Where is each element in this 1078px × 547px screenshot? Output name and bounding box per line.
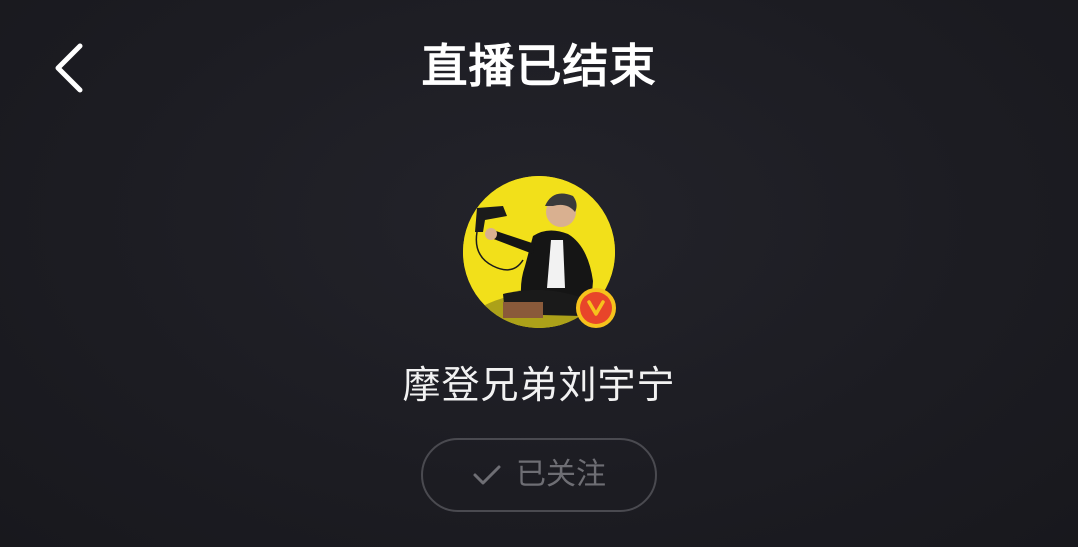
streamer-name[interactable]: 摩登兄弟刘宇宁 bbox=[0, 358, 1078, 412]
verified-v-icon bbox=[580, 292, 612, 324]
verified-badge bbox=[576, 288, 616, 328]
streamer-avatar-container[interactable] bbox=[463, 176, 617, 330]
check-icon bbox=[472, 463, 502, 487]
live-ended-screen: 直播已结束 摩登兄弟刘宇宁 已关注 bbox=[0, 0, 1078, 547]
followed-button[interactable]: 已关注 bbox=[421, 438, 657, 512]
page-title: 直播已结束 bbox=[421, 39, 657, 93]
followed-label: 已关注 bbox=[516, 457, 606, 492]
